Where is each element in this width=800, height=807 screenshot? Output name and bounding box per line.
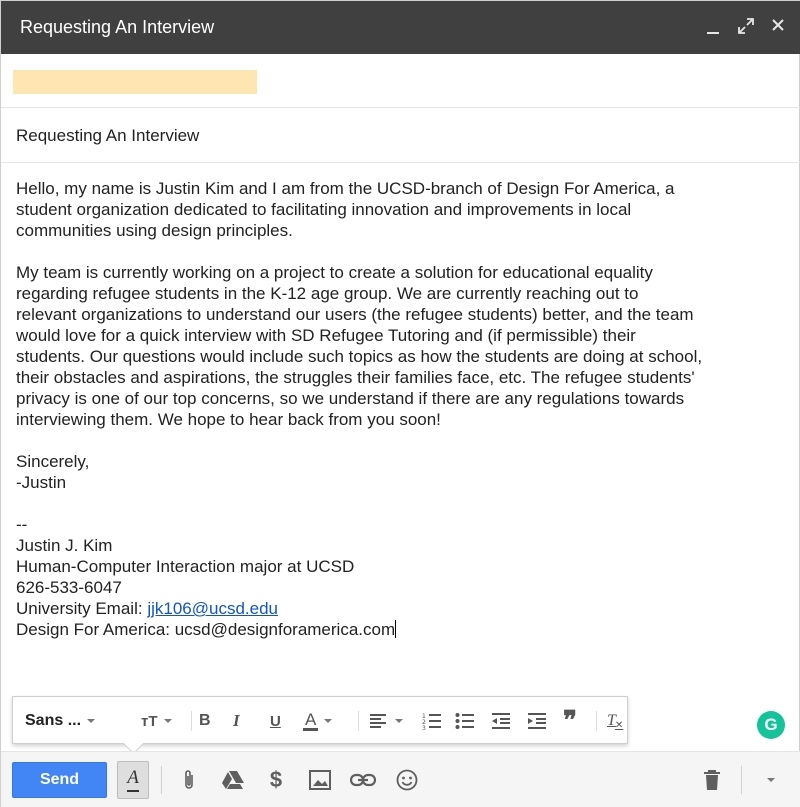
remove-formatting-x: ✕ — [614, 719, 624, 731]
indent-more-button[interactable] — [527, 707, 547, 735]
trash-icon[interactable] — [699, 766, 725, 794]
bulleted-list-icon — [455, 713, 474, 729]
body-line: interviewing them. We hope to hear back … — [16, 410, 441, 429]
paperclip-icon[interactable] — [176, 766, 202, 794]
underline-icon: U — [270, 712, 281, 730]
signature-name: Justin J. Kim — [16, 536, 113, 555]
body-paragraph-request: My team is currently working on a projec… — [16, 262, 791, 430]
body-closing: Sincerely, -Justin — [16, 451, 791, 493]
numbered-list-button[interactable]: 123 — [422, 707, 442, 735]
subject-field[interactable]: Requesting An Interview — [1, 108, 800, 163]
italic-button[interactable]: I — [233, 707, 240, 735]
body-line: student organization dedicated to facili… — [16, 200, 632, 219]
toolbar-divider — [358, 711, 359, 731]
body-line: relevant organizations to understand our… — [16, 305, 694, 324]
signature-phone: 626-533-6047 — [16, 578, 122, 597]
minimize-icon[interactable] — [703, 17, 723, 37]
photo-icon[interactable] — [307, 766, 333, 794]
subject-input[interactable]: Requesting An Interview — [16, 126, 199, 146]
chevron-down-icon — [87, 719, 96, 723]
compose-title: Requesting An Interview — [20, 17, 215, 37]
numbered-list-icon: 123 — [422, 713, 441, 730]
signature-dfa-line: Design For America: ucsd@designforameric… — [16, 619, 791, 640]
expand-icon[interactable] — [736, 17, 756, 37]
compose-bottom-bar: Send A $ — [1, 751, 800, 807]
chevron-down-icon — [324, 719, 333, 723]
grammarly-icon[interactable]: G — [757, 711, 785, 739]
bold-button[interactable]: B — [199, 707, 211, 735]
body-line: their obstacles and aspirations, the str… — [16, 368, 695, 387]
recipients-field[interactable] — [1, 54, 800, 108]
formatting-options-icon: A — [127, 766, 139, 792]
compose-window: Requesting An Interview Requesting An In… — [0, 0, 800, 807]
chevron-down-icon — [767, 778, 775, 782]
indent-more-icon — [528, 713, 546, 729]
send-button[interactable]: Send — [12, 762, 107, 798]
email-signature: -- Justin J. Kim Human-Computer Interact… — [16, 514, 791, 640]
body-line: Sincerely, — [16, 452, 90, 471]
bottom-divider — [741, 766, 742, 794]
dollar-icon[interactable]: $ — [263, 766, 289, 794]
svg-text:3: 3 — [422, 725, 426, 730]
body-paragraph-intro: Hello, my name is Justin Kim and I am fr… — [16, 178, 791, 241]
body-line: My team is currently working on a projec… — [16, 263, 653, 282]
recipient-chip-redacted[interactable] — [13, 70, 257, 94]
indent-less-button[interactable] — [491, 707, 511, 735]
quote-icon: ❞ — [563, 706, 577, 735]
bulleted-list-button[interactable] — [455, 707, 475, 735]
body-line: students. Our questions would include su… — [16, 347, 703, 366]
signature-separator: -- — [16, 515, 28, 534]
body-line: regarding refugee students in the K-12 a… — [16, 284, 639, 303]
font-family-label: Sans ... — [25, 712, 82, 729]
body-line: Hello, my name is Justin Kim and I am fr… — [16, 179, 675, 198]
message-body[interactable]: Hello, my name is Justin Kim and I am fr… — [16, 178, 791, 661]
body-line: -Justin — [16, 473, 67, 492]
font-size-button[interactable]: тT — [141, 707, 177, 735]
indent-less-icon — [492, 713, 510, 729]
chevron-down-icon — [395, 719, 403, 723]
link-icon[interactable] — [350, 766, 376, 794]
compose-titlebar[interactable]: Requesting An Interview — [1, 1, 800, 54]
signature-role: Human-Computer Interaction major at UCSD — [16, 557, 355, 576]
google-drive-icon[interactable] — [220, 766, 246, 794]
formatting-options-button[interactable]: A — [117, 761, 149, 799]
text-color-button[interactable]: A — [303, 707, 333, 735]
text-cursor — [395, 620, 397, 638]
body-line: communities using design principles. — [16, 221, 293, 240]
quote-button[interactable]: ❞ — [563, 706, 577, 735]
body-line: privacy is one of our top concerns, so w… — [16, 389, 685, 408]
text-color-icon: A — [303, 709, 319, 731]
remove-formatting-button[interactable]: T ✕ — [607, 707, 623, 735]
body-line: would love for a quick interview with SD… — [16, 326, 636, 345]
font-size-icon: тT — [141, 712, 158, 730]
font-family-select[interactable]: Sans ... — [25, 707, 121, 735]
formatting-toolbar: Sans ... тT B I U A 123 ❞ T ✕ — [12, 696, 628, 744]
signature-email-line: University Email: jjk106@ucsd.edu — [16, 598, 791, 619]
align-left-icon — [370, 714, 386, 728]
chevron-down-icon — [163, 719, 172, 723]
underline-button[interactable]: U — [270, 707, 281, 735]
italic-icon: I — [233, 711, 240, 730]
more-options-icon[interactable] — [758, 766, 784, 794]
signature-email-link[interactable]: jjk106@ucsd.edu — [147, 599, 278, 618]
align-button[interactable] — [369, 707, 403, 735]
toolbar-divider — [191, 711, 192, 731]
bottom-divider — [161, 766, 162, 794]
emoji-icon[interactable] — [394, 766, 420, 794]
signature-email-label: University Email: — [16, 599, 148, 618]
bold-icon: B — [199, 712, 211, 729]
close-icon[interactable] — [768, 17, 788, 37]
signature-dfa-text: Design For America: ucsd@designforameric… — [16, 620, 396, 639]
toolbar-divider — [596, 711, 597, 731]
